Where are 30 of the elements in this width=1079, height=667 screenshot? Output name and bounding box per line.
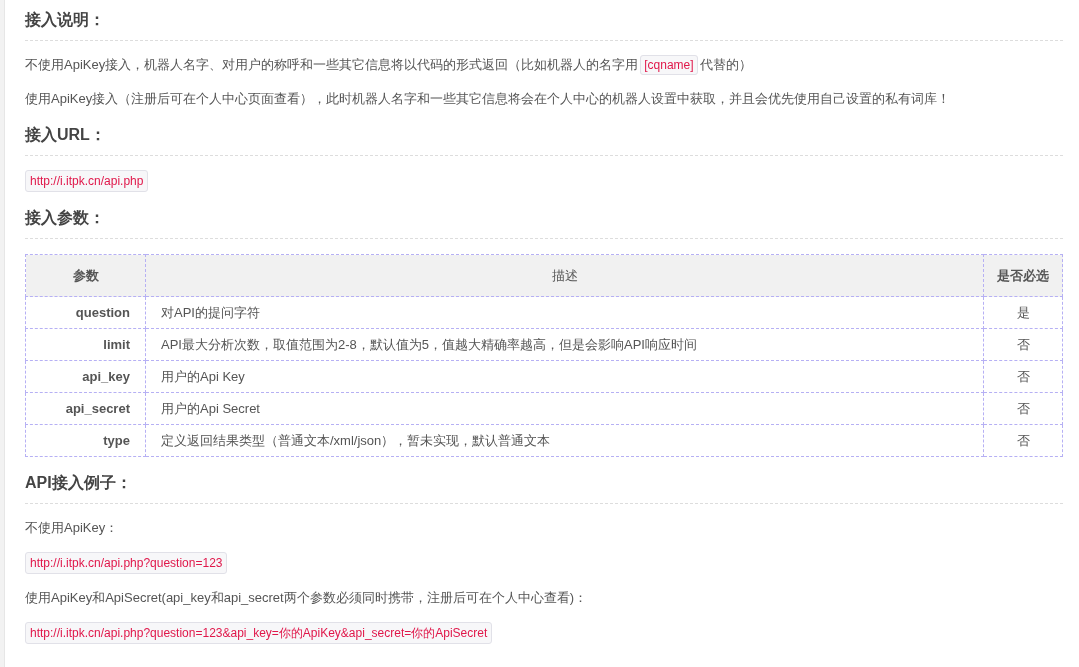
paragraph: 使用ApiKey接入（注册后可在个人中心页面查看），此时机器人名字和一些其它信息将会在个人中心的机器人设置中获取，并且会优先使用自己设置的私有词库！: [25, 90, 952, 108]
table-cell: 用户的Api Key: [145, 360, 984, 393]
paragraph: 不使用ApiKey：: [25, 519, 120, 537]
column-header: 描述: [145, 254, 984, 297]
table-cell: limit: [25, 328, 146, 361]
code-url: http://i.itpk.cn/api.php?question=123&api_key=你的ApiKey&api_secret=你的ApiSecret: [25, 622, 493, 644]
table-cell: question: [25, 296, 146, 329]
table-cell: 对API的提问字符: [145, 296, 984, 329]
column-header: 参数: [25, 254, 146, 297]
section-heading: 接入参数：: [25, 206, 1063, 239]
table-cell: 否: [983, 328, 1063, 361]
table-cell: 定义返回结果类型（普通文本/xml/json），暂未实现，默认普通文本: [145, 424, 984, 457]
paragraph: 使用ApiKey和ApiSecret(api_key和api_secret两个参数必须同时携带，注册后可在个人中心查看)：: [25, 589, 588, 607]
table-cell: api_secret: [25, 392, 146, 425]
code-url: http://i.itpk.cn/api.php?question=123: [25, 552, 228, 574]
table-cell: 否: [983, 424, 1063, 457]
section-heading: 接入说明：: [25, 8, 1063, 41]
table-cell: API最大分析次数，取值范围为2-8，默认值为5，值越大精确率越高，但是会影响API响应时间: [145, 328, 984, 361]
code-url: http://i.itpk.cn/api.php: [25, 170, 149, 192]
table-cell: 是: [983, 296, 1063, 329]
column-header: 是否必选: [983, 254, 1063, 297]
table-cell: api_key: [25, 360, 146, 393]
section-heading: 接入URL：: [25, 123, 1063, 156]
table-cell: type: [25, 424, 146, 457]
table-cell: 用户的Api Secret: [145, 392, 984, 425]
section-heading: API接入例子：: [25, 471, 1063, 504]
inline-code: [cqname]: [640, 55, 698, 75]
paragraph: 不使用ApiKey接入，机器人名字、对用户的称呼和一些其它信息将以代码的形式返回（比如机器人的名字用 [cqname] 代替的）: [25, 55, 1063, 75]
table-cell: 否: [983, 392, 1063, 425]
table-cell: 否: [983, 360, 1063, 393]
